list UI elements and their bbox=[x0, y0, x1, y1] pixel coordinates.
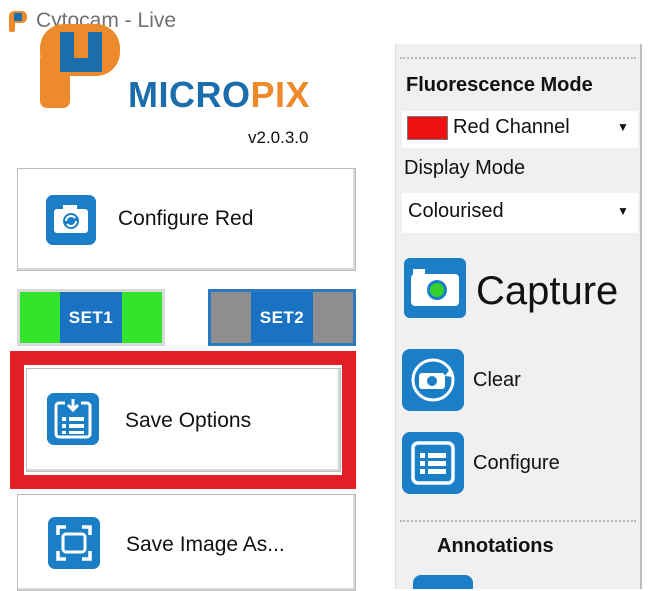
logo-text-accent: PIX bbox=[250, 74, 311, 115]
scrollbar[interactable] bbox=[640, 44, 654, 589]
capture-label[interactable]: Capture bbox=[476, 269, 618, 314]
configure-label[interactable]: Configure bbox=[473, 452, 560, 475]
app-icon bbox=[9, 11, 27, 32]
set2-button[interactable]: SET2 bbox=[208, 289, 356, 346]
display-mode-value: Colourised bbox=[408, 200, 504, 222]
chevron-down-icon[interactable]: ▼ bbox=[617, 120, 629, 134]
fluorescence-mode-value: Red Channel bbox=[453, 116, 570, 138]
clear-label[interactable]: Clear bbox=[473, 369, 521, 392]
frame-icon bbox=[48, 517, 100, 569]
chevron-down-icon[interactable]: ▼ bbox=[617, 204, 629, 218]
highlight-box bbox=[10, 351, 356, 489]
display-mode-label: Display Mode bbox=[404, 157, 526, 179]
configure-red-label: Configure Red bbox=[118, 207, 254, 230]
version-label: v2.0.3.0 bbox=[248, 128, 309, 147]
separator bbox=[400, 57, 636, 59]
fluorescence-mode-title: Fluorescence Mode bbox=[406, 74, 593, 96]
set1-label: SET1 bbox=[60, 292, 122, 343]
separator bbox=[400, 520, 636, 522]
logo-text-main: MICRO bbox=[128, 74, 251, 115]
camera-refresh-icon bbox=[46, 195, 96, 245]
logo-wordmark: MICROPIX bbox=[128, 74, 310, 116]
set2-label: SET2 bbox=[251, 292, 313, 343]
save-image-as-label: Save Image As... bbox=[126, 533, 285, 556]
red-channel-swatch bbox=[407, 116, 448, 140]
save-image-as-button[interactable]: Save Image As... bbox=[17, 494, 356, 591]
configure-list-icon[interactable] bbox=[402, 432, 464, 494]
clear-camera-icon[interactable] bbox=[402, 349, 464, 411]
annotations-title: Annotations bbox=[437, 535, 554, 557]
annotation-tool-icon[interactable] bbox=[413, 575, 473, 589]
configure-red-button[interactable]: Configure Red bbox=[17, 168, 356, 271]
set1-button[interactable]: SET1 bbox=[17, 289, 165, 346]
capture-camera-icon[interactable] bbox=[404, 258, 466, 318]
